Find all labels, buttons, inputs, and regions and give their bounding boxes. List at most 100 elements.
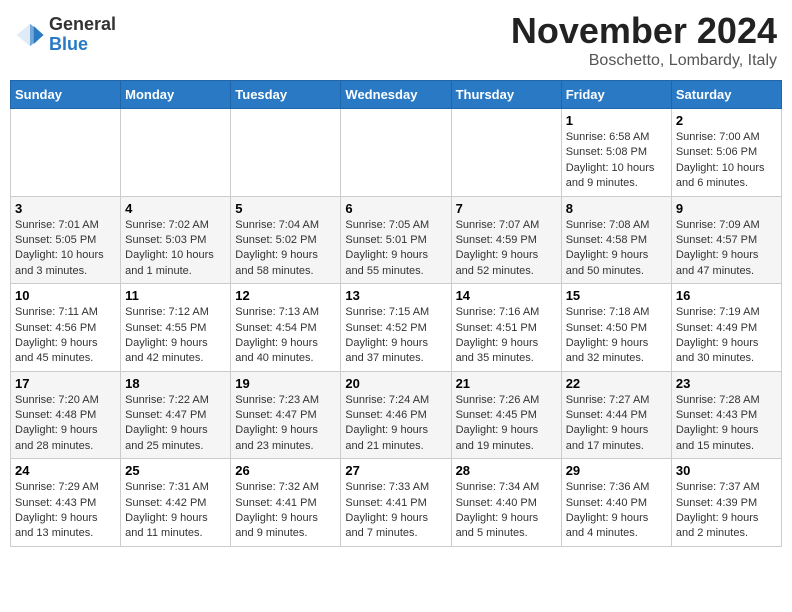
calendar-cell: 13 Sunrise: 7:15 AM Sunset: 4:52 PM Dayli… [341, 284, 451, 372]
day-info: Sunrise: 7:26 AM Sunset: 4:45 PM Dayligh… [456, 393, 557, 455]
calendar-cell: 3 Sunrise: 7:01 AM Sunset: 5:05 PM Daylig… [11, 196, 121, 284]
day-number: 5 [235, 201, 336, 216]
calendar-cell: 23 Sunrise: 7:28 AM Sunset: 4:43 PM Dayli… [671, 371, 781, 459]
calendar-cell: 6Sunrise: 7:05 AM Sunset: 5:01 PM Daylig… [341, 196, 451, 284]
day-number: 18 [125, 376, 226, 391]
calendar-cell: 9Sunrise: 7:09 AM Sunset: 4:57 PM Daylig… [671, 196, 781, 284]
calendar-cell: 16Sunrise: 7:19 AM Sunset: 4:49 PM Dayli… [671, 284, 781, 372]
day-info: Sunrise: 7:04 AM Sunset: 5:02 PM Dayligh… [235, 218, 336, 280]
day-of-week-header: Tuesday [231, 81, 341, 109]
day-info: Sunrise: 7:11 AM Sunset: 4:56 PM Dayligh… [15, 305, 116, 367]
logo-line2: Blue [49, 35, 116, 55]
calendar-cell: 12 Sunrise: 7:13 AM Sunset: 4:54 PM Dayli… [231, 284, 341, 372]
day-number: 27 [345, 463, 446, 478]
calendar-week-row: 1 Sunrise: 6:58 AM Sunset: 5:08 PM Daylig… [11, 109, 782, 197]
calendar-body: 1 Sunrise: 6:58 AM Sunset: 5:08 PM Daylig… [11, 109, 782, 547]
day-number: 21 [456, 376, 557, 391]
day-number: 13 [345, 288, 446, 303]
day-info: Sunrise: 7:33 AM Sunset: 4:41 PM Dayligh… [345, 480, 446, 542]
day-info: Sunrise: 7:32 AM Sunset: 4:41 PM Dayligh… [235, 480, 336, 542]
day-number: 4 [125, 201, 226, 216]
day-number: 29 [566, 463, 667, 478]
day-of-week-header: Thursday [451, 81, 561, 109]
calendar-week-row: 17 Sunrise: 7:20 AM Sunset: 4:48 PM Dayli… [11, 371, 782, 459]
calendar-cell: 29 Sunrise: 7:36 AM Sunset: 4:40 PM Dayli… [561, 459, 671, 547]
day-number: 19 [235, 376, 336, 391]
calendar-cell [451, 109, 561, 197]
calendar-cell: 7 Sunrise: 7:07 AM Sunset: 4:59 PM Daylig… [451, 196, 561, 284]
day-number: 12 [235, 288, 336, 303]
calendar-cell: 19Sunrise: 7:23 AM Sunset: 4:47 PM Dayli… [231, 371, 341, 459]
calendar-cell: 18 Sunrise: 7:22 AM Sunset: 4:47 PM Dayli… [121, 371, 231, 459]
day-number: 25 [125, 463, 226, 478]
day-info: Sunrise: 7:29 AM Sunset: 4:43 PM Dayligh… [15, 480, 116, 542]
day-info: Sunrise: 6:58 AM Sunset: 5:08 PM Dayligh… [566, 130, 667, 192]
calendar-cell: 28Sunrise: 7:34 AM Sunset: 4:40 PM Dayli… [451, 459, 561, 547]
day-info: Sunrise: 7:02 AM Sunset: 5:03 PM Dayligh… [125, 218, 226, 280]
calendar-cell: 10 Sunrise: 7:11 AM Sunset: 4:56 PM Dayli… [11, 284, 121, 372]
calendar-cell: 4 Sunrise: 7:02 AM Sunset: 5:03 PM Daylig… [121, 196, 231, 284]
day-of-week-header: Saturday [671, 81, 781, 109]
calendar-week-row: 10 Sunrise: 7:11 AM Sunset: 4:56 PM Dayli… [11, 284, 782, 372]
day-info: Sunrise: 7:24 AM Sunset: 4:46 PM Dayligh… [345, 393, 446, 455]
calendar-cell [121, 109, 231, 197]
day-info: Sunrise: 7:27 AM Sunset: 4:44 PM Dayligh… [566, 393, 667, 455]
day-number: 11 [125, 288, 226, 303]
logo-text: General Blue [49, 15, 116, 55]
calendar-cell: 27 Sunrise: 7:33 AM Sunset: 4:41 PM Dayli… [341, 459, 451, 547]
day-number: 30 [676, 463, 777, 478]
day-info: Sunrise: 7:36 AM Sunset: 4:40 PM Dayligh… [566, 480, 667, 542]
day-info: Sunrise: 7:01 AM Sunset: 5:05 PM Dayligh… [15, 218, 116, 280]
header: General Blue November 2024 Boschetto, Lo… [10, 10, 782, 70]
logo-icon [15, 20, 45, 50]
calendar-cell: 17 Sunrise: 7:20 AM Sunset: 4:48 PM Dayli… [11, 371, 121, 459]
day-number: 23 [676, 376, 777, 391]
day-number: 10 [15, 288, 116, 303]
day-info: Sunrise: 7:16 AM Sunset: 4:51 PM Dayligh… [456, 305, 557, 367]
day-number: 3 [15, 201, 116, 216]
calendar-cell: 14Sunrise: 7:16 AM Sunset: 4:51 PM Dayli… [451, 284, 561, 372]
calendar-cell [11, 109, 121, 197]
calendar-cell: 5 Sunrise: 7:04 AM Sunset: 5:02 PM Daylig… [231, 196, 341, 284]
calendar-cell [341, 109, 451, 197]
title-area: November 2024 Boschetto, Lombardy, Italy [511, 10, 777, 70]
day-number: 7 [456, 201, 557, 216]
day-number: 28 [456, 463, 557, 478]
calendar-cell [231, 109, 341, 197]
day-number: 26 [235, 463, 336, 478]
day-info: Sunrise: 7:19 AM Sunset: 4:49 PM Dayligh… [676, 305, 777, 367]
day-info: Sunrise: 7:13 AM Sunset: 4:54 PM Dayligh… [235, 305, 336, 367]
day-of-week-header: Sunday [11, 81, 121, 109]
calendar-cell: 8Sunrise: 7:08 AM Sunset: 4:58 PM Daylig… [561, 196, 671, 284]
day-of-week-header: Wednesday [341, 81, 451, 109]
calendar-week-row: 3 Sunrise: 7:01 AM Sunset: 5:05 PM Daylig… [11, 196, 782, 284]
day-info: Sunrise: 7:37 AM Sunset: 4:39 PM Dayligh… [676, 480, 777, 542]
day-info: Sunrise: 7:20 AM Sunset: 4:48 PM Dayligh… [15, 393, 116, 455]
calendar-cell: 24 Sunrise: 7:29 AM Sunset: 4:43 PM Dayli… [11, 459, 121, 547]
day-info: Sunrise: 7:15 AM Sunset: 4:52 PM Dayligh… [345, 305, 446, 367]
calendar-header: SundayMondayTuesdayWednesdayThursdayFrid… [11, 81, 782, 109]
calendar-title: November 2024 [511, 10, 777, 52]
day-info: Sunrise: 7:28 AM Sunset: 4:43 PM Dayligh… [676, 393, 777, 455]
day-number: 1 [566, 113, 667, 128]
day-number: 6 [345, 201, 446, 216]
logo-line1: General [49, 15, 116, 35]
day-number: 15 [566, 288, 667, 303]
calendar-cell: 22 Sunrise: 7:27 AM Sunset: 4:44 PM Dayli… [561, 371, 671, 459]
calendar-subtitle: Boschetto, Lombardy, Italy [511, 52, 777, 70]
calendar-cell: 15 Sunrise: 7:18 AM Sunset: 4:50 PM Dayli… [561, 284, 671, 372]
calendar-cell: 1 Sunrise: 6:58 AM Sunset: 5:08 PM Daylig… [561, 109, 671, 197]
day-of-week-header: Monday [121, 81, 231, 109]
day-info: Sunrise: 7:07 AM Sunset: 4:59 PM Dayligh… [456, 218, 557, 280]
day-info: Sunrise: 7:22 AM Sunset: 4:47 PM Dayligh… [125, 393, 226, 455]
day-info: Sunrise: 7:31 AM Sunset: 4:42 PM Dayligh… [125, 480, 226, 542]
day-number: 2 [676, 113, 777, 128]
day-number: 22 [566, 376, 667, 391]
calendar-cell: 20Sunrise: 7:24 AM Sunset: 4:46 PM Dayli… [341, 371, 451, 459]
day-number: 24 [15, 463, 116, 478]
calendar-cell: 25 Sunrise: 7:31 AM Sunset: 4:42 PM Dayli… [121, 459, 231, 547]
day-info: Sunrise: 7:18 AM Sunset: 4:50 PM Dayligh… [566, 305, 667, 367]
days-of-week-row: SundayMondayTuesdayWednesdayThursdayFrid… [11, 81, 782, 109]
calendar-cell: 30 Sunrise: 7:37 AM Sunset: 4:39 PM Dayli… [671, 459, 781, 547]
day-number: 17 [15, 376, 116, 391]
